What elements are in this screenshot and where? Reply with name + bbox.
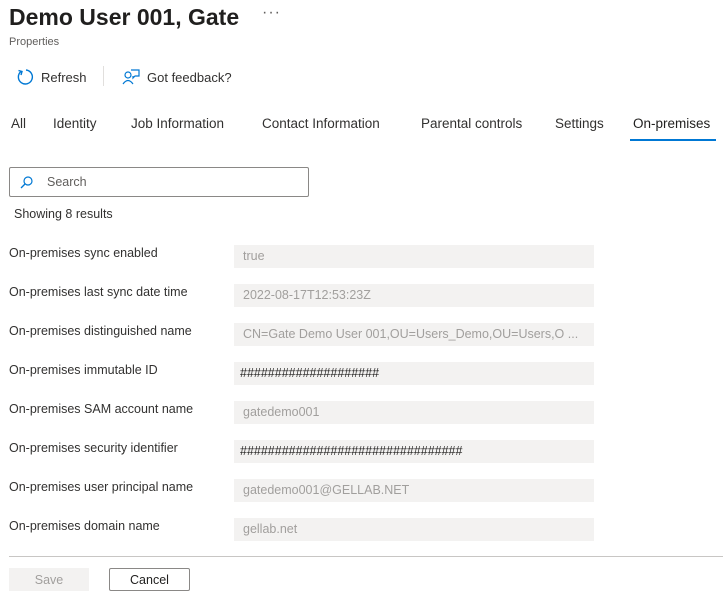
cancel-button[interactable]: Cancel [109,568,190,591]
page-subtitle: Properties [9,36,60,48]
tab-identity[interactable]: Identity [53,116,97,131]
active-tab-indicator [630,139,716,141]
refresh-button[interactable]: Refresh [16,66,87,88]
property-label: On-premises domain name [9,519,160,533]
tab-job-information[interactable]: Job Information [131,116,224,131]
refresh-icon [17,69,34,85]
refresh-label: Refresh [41,69,87,85]
tab-on-premises[interactable]: On-premises [633,116,710,131]
property-value: gatedemo001 [234,401,594,424]
property-label: On-premises security identifier [9,441,178,455]
feedback-label: Got feedback? [147,69,232,85]
property-label: On-premises immutable ID [9,363,158,377]
page-title: Demo User 001, Gate [9,4,240,30]
tab-contact-information[interactable]: Contact Information [262,116,380,131]
property-label: On-premises SAM account name [9,402,194,416]
results-count: Showing 8 results [14,207,113,221]
feedback-icon [122,69,140,85]
property-value: 2022-08-17T12:53:23Z [234,284,594,307]
search-icon [20,175,33,188]
search-input[interactable]: Search [9,167,309,197]
property-value: true [234,245,594,268]
footer-divider [9,556,723,557]
property-value: gellab.net [234,518,594,541]
tab-bar: All Identity Job Information Contact Inf… [0,116,723,142]
toolbar-divider [103,66,104,86]
property-label: On-premises user principal name [9,480,194,494]
more-options-button[interactable]: ··· [262,4,281,22]
tab-settings[interactable]: Settings [555,116,604,131]
save-button[interactable]: Save [9,568,89,591]
property-value: CN=Gate Demo User 001,OU=Users_Demo,OU=U… [234,323,594,346]
feedback-button[interactable]: Got feedback? [122,66,232,88]
tab-all[interactable]: All [11,116,26,131]
property-value: ################################ [234,440,594,463]
property-label: On-premises distinguished name [9,324,192,338]
property-value: gatedemo001@GELLAB.NET [234,479,594,502]
property-value: #################### [234,362,594,385]
search-placeholder: Search [47,175,87,189]
property-label: On-premises last sync date time [9,285,188,299]
tab-parental-controls[interactable]: Parental controls [421,116,522,131]
property-label: On-premises sync enabled [9,246,158,260]
